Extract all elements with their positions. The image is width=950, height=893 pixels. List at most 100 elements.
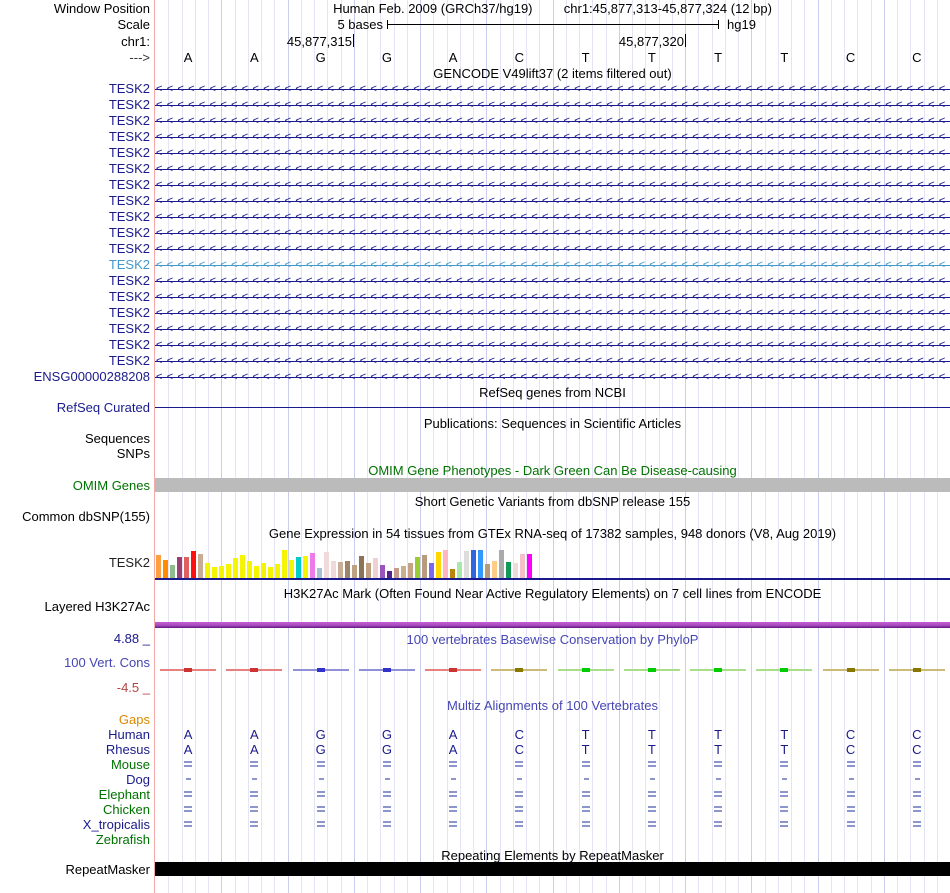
gtex-bar[interactable]	[506, 562, 511, 578]
gtex-bar[interactable]	[394, 568, 399, 578]
gene-row-label[interactable]: TESK2	[0, 146, 150, 159]
gene-row-label[interactable]: TESK2	[0, 226, 150, 239]
multiz-row-label-dog[interactable]: Dog	[0, 773, 150, 786]
track-label-sequences[interactable]: Sequences	[0, 432, 150, 445]
gene-row[interactable]: <<<<<<<<<<<<<<<<<<<<<<<<<<<<<<<<<<<<<<<<…	[155, 274, 950, 290]
gtex-bar[interactable]	[254, 566, 259, 578]
gtex-bar[interactable]	[219, 566, 224, 578]
gtex-bar[interactable]	[184, 557, 189, 578]
gene-row[interactable]: <<<<<<<<<<<<<<<<<<<<<<<<<<<<<<<<<<<<<<<<…	[155, 306, 950, 322]
gtex-bar[interactable]	[471, 550, 476, 578]
gtex-bar[interactable]	[499, 550, 504, 578]
gene-row-label[interactable]: TESK2	[0, 82, 150, 95]
gtex-bar[interactable]	[205, 563, 210, 578]
gene-row-label[interactable]: TESK2	[0, 274, 150, 287]
gtex-bar[interactable]	[261, 563, 266, 578]
gtex-bar[interactable]	[359, 556, 364, 578]
gene-row[interactable]: <<<<<<<<<<<<<<<<<<<<<<<<<<<<<<<<<<<<<<<<…	[155, 338, 950, 354]
gtex-bar[interactable]	[338, 562, 343, 578]
gtex-bar[interactable]	[303, 556, 308, 578]
omim-gene-item[interactable]	[155, 478, 950, 492]
gene-row-label[interactable]: TESK2	[0, 242, 150, 255]
gtex-bar[interactable]	[527, 554, 532, 578]
gtex-bar[interactable]	[177, 557, 182, 578]
gene-row[interactable]: <<<<<<<<<<<<<<<<<<<<<<<<<<<<<<<<<<<<<<<<…	[155, 178, 950, 194]
repeatmasker-item[interactable]	[155, 862, 950, 876]
track-label-repeatmasker[interactable]: RepeatMasker	[0, 863, 150, 876]
gtex-expression-track[interactable]	[155, 542, 950, 580]
multiz-row-label-gaps[interactable]: Gaps	[0, 713, 150, 726]
gene-row-label[interactable]: TESK2	[0, 162, 150, 175]
gene-row[interactable]: <<<<<<<<<<<<<<<<<<<<<<<<<<<<<<<<<<<<<<<<…	[155, 354, 950, 370]
gtex-bar[interactable]	[156, 555, 161, 578]
gene-row[interactable]: <<<<<<<<<<<<<<<<<<<<<<<<<<<<<<<<<<<<<<<<…	[155, 210, 950, 226]
gtex-bar[interactable]	[401, 566, 406, 578]
gene-row-label[interactable]: TESK2	[0, 210, 150, 223]
multiz-row-label-x_tropicalis[interactable]: X_tropicalis	[0, 818, 150, 831]
gene-row[interactable]: <<<<<<<<<<<<<<<<<<<<<<<<<<<<<<<<<<<<<<<<…	[155, 194, 950, 210]
gtex-bar[interactable]	[485, 564, 490, 578]
gene-row-label[interactable]: ENSG00000288208	[0, 370, 150, 383]
gene-row[interactable]: <<<<<<<<<<<<<<<<<<<<<<<<<<<<<<<<<<<<<<<<…	[155, 370, 950, 386]
gtex-bar[interactable]	[387, 571, 392, 578]
gtex-bar[interactable]	[331, 561, 336, 578]
gtex-bar[interactable]	[408, 563, 413, 578]
gene-row[interactable]: <<<<<<<<<<<<<<<<<<<<<<<<<<<<<<<<<<<<<<<<…	[155, 98, 950, 114]
gtex-bar[interactable]	[289, 560, 294, 578]
gene-row-label[interactable]: TESK2	[0, 114, 150, 127]
gtex-bar[interactable]	[296, 557, 301, 578]
gene-row[interactable]: <<<<<<<<<<<<<<<<<<<<<<<<<<<<<<<<<<<<<<<<…	[155, 82, 950, 98]
multiz-row-label-zebrafish[interactable]: Zebrafish	[0, 833, 150, 846]
gtex-bar[interactable]	[422, 555, 427, 578]
gene-row[interactable]: <<<<<<<<<<<<<<<<<<<<<<<<<<<<<<<<<<<<<<<<…	[155, 146, 950, 162]
gene-row-label[interactable]: TESK2	[0, 290, 150, 303]
multiz-row-label-mouse[interactable]: Mouse	[0, 758, 150, 771]
gtex-bar[interactable]	[352, 565, 357, 578]
track-label-h3k27ac[interactable]: Layered H3K27Ac	[0, 600, 150, 613]
gtex-bar[interactable]	[478, 550, 483, 578]
gtex-bar[interactable]	[429, 563, 434, 578]
gene-row[interactable]: <<<<<<<<<<<<<<<<<<<<<<<<<<<<<<<<<<<<<<<<…	[155, 226, 950, 242]
gtex-bar[interactable]	[212, 567, 217, 578]
gtex-bar[interactable]	[240, 555, 245, 578]
gtex-bar[interactable]	[373, 558, 378, 578]
gtex-bar[interactable]	[233, 558, 238, 578]
h3k27ac-signal-bar[interactable]	[155, 622, 950, 628]
gtex-bar[interactable]	[191, 551, 196, 578]
gtex-bar[interactable]	[170, 565, 175, 578]
gene-row-label[interactable]: TESK2	[0, 322, 150, 335]
gtex-bar[interactable]	[520, 554, 525, 578]
gene-row[interactable]: <<<<<<<<<<<<<<<<<<<<<<<<<<<<<<<<<<<<<<<<…	[155, 290, 950, 306]
gtex-bar[interactable]	[226, 564, 231, 578]
gtex-bar[interactable]	[247, 561, 252, 578]
gtex-bar[interactable]	[443, 550, 448, 578]
gene-row[interactable]: <<<<<<<<<<<<<<<<<<<<<<<<<<<<<<<<<<<<<<<<…	[155, 130, 950, 146]
multiz-row-label-rhesus[interactable]: Rhesus	[0, 743, 150, 756]
gtex-bar[interactable]	[163, 560, 168, 578]
track-label-phylop[interactable]: 100 Vert. Cons	[0, 656, 150, 669]
gene-row[interactable]: <<<<<<<<<<<<<<<<<<<<<<<<<<<<<<<<<<<<<<<<…	[155, 162, 950, 178]
gtex-bar[interactable]	[380, 565, 385, 578]
gtex-bar[interactable]	[198, 554, 203, 578]
gene-row-label[interactable]: TESK2	[0, 338, 150, 351]
gtex-bar[interactable]	[268, 567, 273, 578]
gene-row-label[interactable]: TESK2	[0, 306, 150, 319]
refseq-curated-item[interactable]	[155, 407, 950, 408]
gene-row-label[interactable]: TESK2	[0, 178, 150, 191]
gene-row-label[interactable]: TESK2	[0, 354, 150, 367]
gtex-bar[interactable]	[436, 552, 441, 578]
gene-row-label[interactable]: TESK2	[0, 258, 150, 271]
multiz-row-label-human[interactable]: Human	[0, 728, 150, 741]
gtex-bar[interactable]	[324, 552, 329, 578]
gtex-bar[interactable]	[345, 561, 350, 578]
multiz-row-label-chicken[interactable]: Chicken	[0, 803, 150, 816]
track-label-refseq-curated[interactable]: RefSeq Curated	[0, 401, 150, 414]
gtex-bar[interactable]	[513, 563, 518, 578]
gene-row-label[interactable]: TESK2	[0, 98, 150, 111]
gtex-bar[interactable]	[310, 553, 315, 578]
track-label-snps[interactable]: SNPs	[0, 447, 150, 460]
gene-row[interactable]: <<<<<<<<<<<<<<<<<<<<<<<<<<<<<<<<<<<<<<<<…	[155, 242, 950, 258]
track-label-omim-genes[interactable]: OMIM Genes	[0, 479, 150, 492]
gtex-bar[interactable]	[366, 563, 371, 578]
gtex-bar[interactable]	[282, 550, 287, 578]
